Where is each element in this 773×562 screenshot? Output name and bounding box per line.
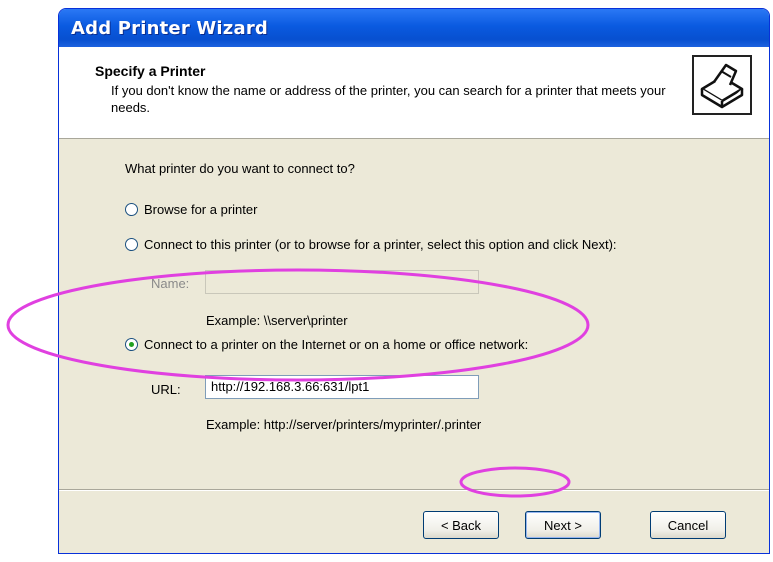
connect-internet-radio[interactable] <box>125 338 138 351</box>
page-subtitle: If you don't know the name or address of… <box>111 83 666 115</box>
cancel-button[interactable]: Cancel <box>650 511 726 539</box>
footer-divider <box>59 489 769 491</box>
next-button[interactable]: Next > <box>525 511 601 539</box>
name-label: Name: <box>151 276 190 291</box>
url-example-text: Example: http://server/printers/myprinte… <box>206 417 482 432</box>
connect-internet-option[interactable]: Connect to a printer on the Internet or … <box>125 337 528 352</box>
name-example-text: Example: \\server\printer <box>206 313 348 328</box>
printer-icon <box>692 55 752 115</box>
wizard-window: Add Printer Wizard Specify a Printer If … <box>58 8 770 554</box>
browse-option-label: Browse for a printer <box>144 202 258 217</box>
name-input[interactable] <box>205 270 479 294</box>
window-title: Add Printer Wizard <box>71 17 268 39</box>
wizard-body: What printer do you want to connect to? … <box>59 139 769 479</box>
connect-this-printer-label: Connect to this printer (or to browse fo… <box>144 237 617 252</box>
connect-this-printer-option[interactable]: Connect to this printer (or to browse fo… <box>125 237 617 252</box>
back-button[interactable]: < Back <box>423 511 499 539</box>
question-label: What printer do you want to connect to? <box>125 161 355 176</box>
wizard-header: Specify a Printer If you don't know the … <box>59 47 769 139</box>
browse-option[interactable]: Browse for a printer <box>125 202 257 217</box>
page-title: Specify a Printer <box>95 63 206 79</box>
connect-internet-label: Connect to a printer on the Internet or … <box>144 337 529 352</box>
url-label: URL: <box>151 382 181 397</box>
title-bar[interactable]: Add Printer Wizard <box>59 9 769 47</box>
connect-this-printer-radio[interactable] <box>125 238 138 251</box>
url-input[interactable]: http://192.168.3.66:631/lpt1 <box>205 375 479 399</box>
browse-radio[interactable] <box>125 203 138 216</box>
